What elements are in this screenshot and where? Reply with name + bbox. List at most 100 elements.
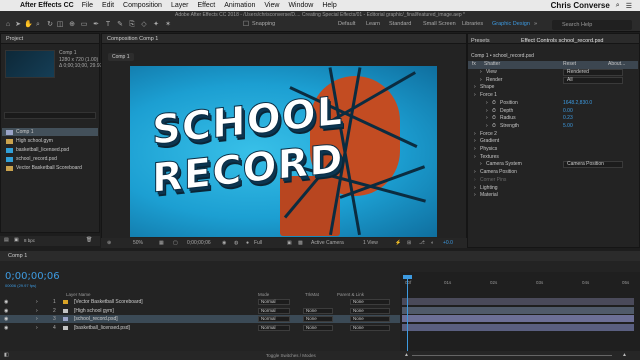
rotate-tool-icon[interactable]: ↻ — [46, 21, 54, 29]
flowchart-icon[interactable]: ⎇ — [419, 238, 425, 248]
composition-tab[interactable]: Composition Comp 1 — [102, 34, 466, 44]
effect-row-physics[interactable]: › Physics — [468, 146, 638, 154]
disclosure-triangle-icon[interactable]: › — [486, 100, 488, 108]
effect-row-force-1[interactable]: › Force 1 — [468, 92, 638, 100]
effect-row-render[interactable]: › Render All — [468, 76, 638, 85]
disclosure-triangle-icon[interactable]: › — [36, 315, 38, 323]
timeline-timecode[interactable]: 0;00;00;06 — [5, 271, 60, 282]
playhead[interactable] — [407, 276, 408, 360]
time-zoom-slider[interactable] — [412, 355, 612, 356]
layer-duration-bar[interactable] — [402, 315, 634, 322]
effect-row-camera-position[interactable]: › Camera Position — [468, 169, 638, 177]
bit-depth-label[interactable]: 8 bpc — [24, 238, 35, 243]
layer-name[interactable]: [basketball_licensed.psd] — [74, 324, 130, 332]
zoom-in-icon[interactable]: ▲ — [622, 352, 627, 358]
magnifier-icon[interactable]: ⊕ — [107, 238, 111, 248]
roto-tool-icon[interactable]: ✦ — [152, 21, 160, 29]
layer-mode-dropdown[interactable]: Normal — [258, 307, 290, 314]
show-snapshot-icon[interactable]: ◍ — [234, 238, 238, 248]
header-parent[interactable]: Parent & Link — [337, 292, 364, 297]
comp-timecode[interactable]: 0;00;00;06 — [187, 238, 211, 248]
selection-tool-icon[interactable]: ➤ — [14, 21, 22, 29]
reset-link[interactable]: Reset — [563, 61, 576, 69]
workspace-default[interactable]: Default — [338, 21, 355, 27]
effect-dropdown[interactable]: Rendered — [563, 69, 623, 76]
disclosure-triangle-icon[interactable]: › — [486, 115, 488, 123]
project-item-folder[interactable]: Vector Basketball Scoreboard — [2, 164, 98, 172]
disclosure-triangle-icon[interactable]: › — [480, 161, 482, 169]
puppet-tool-icon[interactable]: ✶ — [164, 21, 172, 29]
effect-value[interactable]: 0.00 — [563, 108, 573, 116]
workspace-graphic-design[interactable]: Graphic Design — [492, 21, 530, 27]
header-trkmat[interactable]: TrkMat — [305, 292, 319, 297]
effect-row-radius[interactable]: › ⏱ Radius 0.23 — [468, 115, 638, 123]
effect-row-camera-system[interactable]: › Camera System Camera Position — [468, 161, 638, 169]
disclosure-triangle-icon[interactable]: › — [36, 298, 38, 306]
transparency-grid-icon[interactable]: ▩ — [298, 238, 303, 248]
stopwatch-icon[interactable]: ⏱ — [492, 115, 496, 123]
disclosure-triangle-icon[interactable]: › — [474, 84, 476, 92]
workspace-standard[interactable]: Standard — [389, 21, 411, 27]
new-folder-icon[interactable]: ▣ — [14, 237, 19, 243]
effect-row-material[interactable]: › Material — [468, 192, 638, 200]
visibility-eye-icon[interactable]: ◉ — [4, 298, 8, 306]
disclosure-triangle-icon[interactable]: › — [474, 131, 476, 139]
zoom-tool-icon[interactable]: ⌕ — [34, 21, 42, 29]
snapshot-icon[interactable]: ◉ — [222, 238, 226, 248]
visibility-eye-icon[interactable]: ◉ — [4, 324, 8, 332]
layer-duration-bar[interactable] — [402, 323, 634, 331]
clone-tool-icon[interactable]: ⎘ — [128, 21, 136, 29]
layer-parent-dropdown[interactable]: None — [350, 307, 390, 314]
menu-layer[interactable]: Layer — [171, 2, 189, 9]
project-item-comp[interactable]: Comp 1 — [2, 128, 98, 136]
hand-tool-icon[interactable]: ✋ — [24, 21, 33, 29]
menu-composition[interactable]: Composition — [123, 2, 162, 9]
layer-label-color[interactable] — [63, 308, 68, 313]
region-icon[interactable]: ▣ — [287, 238, 292, 248]
resolution-dropdown[interactable]: Full — [254, 238, 262, 248]
disclosure-triangle-icon[interactable]: › — [474, 177, 476, 185]
rectangle-tool-icon[interactable]: ▭ — [80, 21, 88, 29]
menu-help[interactable]: Help — [322, 2, 336, 9]
workspace-overflow-icon[interactable]: » — [534, 21, 537, 27]
effect-row-lighting[interactable]: › Lighting — [468, 185, 638, 193]
tab-presets[interactable]: Presets — [471, 38, 490, 44]
snapping-checkbox[interactable]: ☐ — [242, 21, 250, 29]
stopwatch-icon[interactable]: ⏱ — [492, 123, 496, 131]
layer-name[interactable]: [Vector Basketball Scoreboard] — [74, 298, 143, 306]
home-icon[interactable]: ⌂ — [4, 21, 12, 29]
layer-trkmat-dropdown[interactable]: None — [303, 307, 333, 314]
disclosure-triangle-icon[interactable]: › — [474, 192, 476, 200]
effect-row-position[interactable]: › ⏱ Position 1648.2,830.0 — [468, 100, 638, 108]
layer-label-color[interactable] — [63, 325, 68, 330]
disclosure-triangle-icon[interactable]: › — [36, 324, 38, 332]
effect-row-shape[interactable]: › Shape — [468, 84, 638, 92]
stopwatch-icon[interactable]: ⏱ — [492, 100, 496, 108]
layer-mode-dropdown[interactable]: Normal — [258, 299, 290, 305]
effect-header-shatter[interactable]: fx Shatter Reset About... — [468, 61, 638, 69]
composition-viewer[interactable]: SCHOOL RECORD — [130, 66, 437, 237]
pan-behind-tool-icon[interactable]: ⊕ — [68, 21, 76, 29]
layer-parent-dropdown[interactable]: None — [350, 324, 390, 331]
pen-tool-icon[interactable]: ✒ — [92, 21, 100, 29]
effect-row-corner-pins[interactable]: › Corner Pins — [468, 177, 638, 185]
disclosure-triangle-icon[interactable]: › — [474, 146, 476, 154]
timeline-icon[interactable]: ⊞ — [407, 238, 411, 248]
layer-row[interactable]: ◉ › 4 [basketball_licensed.psd] Normal None No… — [0, 324, 400, 332]
header-mode[interactable]: Mode — [258, 292, 269, 297]
effect-row-gradient[interactable]: › Gradient — [468, 138, 638, 146]
menu-window[interactable]: Window — [288, 2, 313, 9]
layer-label-color[interactable] — [63, 317, 68, 321]
layer-duration-bar[interactable] — [402, 306, 634, 314]
app-menu[interactable]: After Effects CC — [20, 2, 74, 9]
workspace-small-screen[interactable]: Small Screen — [423, 21, 456, 27]
effect-value[interactable]: 1648.2,830.0 — [563, 100, 592, 108]
menu-view[interactable]: View — [264, 2, 279, 9]
menu-animation[interactable]: Animation — [224, 2, 255, 9]
disclosure-triangle-icon[interactable]: › — [36, 307, 38, 315]
effect-value[interactable]: 0.23 — [563, 115, 573, 123]
comp-breadcrumb[interactable]: Comp 1 — [108, 53, 134, 61]
project-item-file[interactable]: school_record.psd — [2, 155, 98, 163]
layer-trkmat-dropdown[interactable]: None — [303, 316, 333, 322]
type-tool-icon[interactable]: T — [104, 21, 112, 29]
